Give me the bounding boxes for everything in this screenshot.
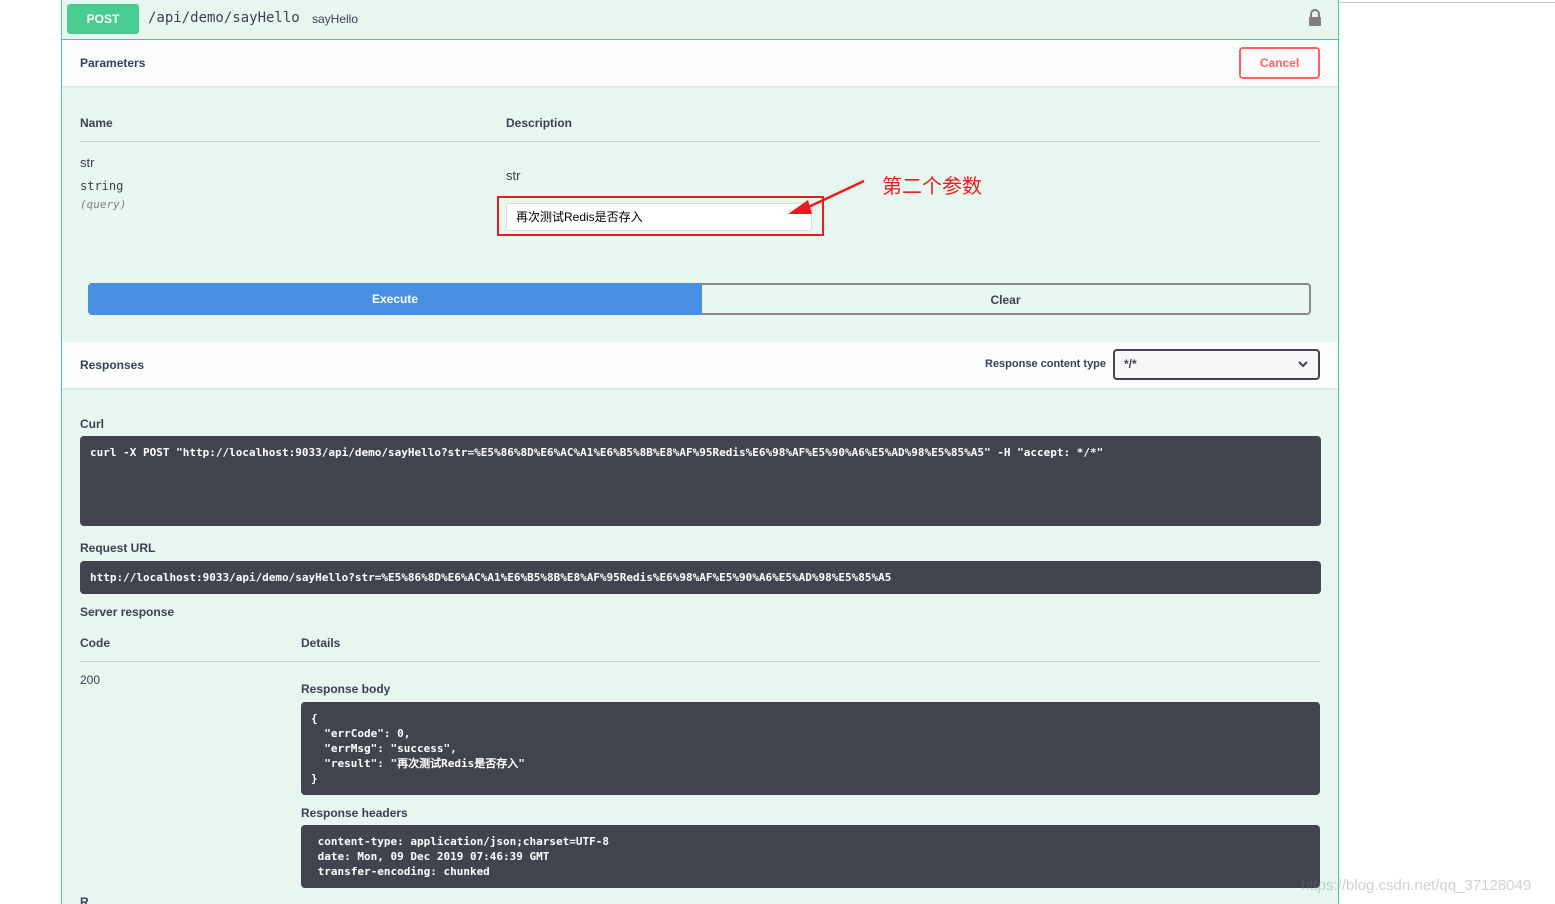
parameters-header: Parameters Cancel	[62, 40, 1338, 86]
annotation-text: 第二个参数	[882, 176, 982, 198]
param-location: (query)	[80, 198, 127, 211]
param-value-input[interactable]: 再次测试Redis是否存入	[506, 203, 812, 231]
param-type: string	[80, 179, 124, 193]
request-url-label: Request URL	[80, 541, 156, 555]
operation-summary-text: sayHello	[312, 12, 359, 26]
operation-summary[interactable]: POST /api/demo/sayHello sayHello	[62, 0, 1338, 40]
operation-path: /api/demo/sayHello	[148, 10, 300, 26]
parameters-title: Parameters	[80, 56, 146, 70]
param-description: str	[506, 168, 521, 183]
curl-label: Curl	[80, 417, 104, 431]
clear-button[interactable]: Clear	[702, 283, 1311, 315]
response-headers[interactable]: content-type: application/json;charset=U…	[301, 825, 1320, 888]
response-content-type-select[interactable]: */*	[1113, 349, 1320, 380]
responses-table-title: R	[80, 895, 89, 904]
curl-command[interactable]: curl -X POST "http://localhost:9033/api/…	[80, 436, 1321, 526]
col-description-header: Description	[506, 116, 573, 130]
response-headers-label: Response headers	[301, 806, 408, 820]
method-badge: POST	[67, 4, 139, 34]
operation-block: POST /api/demo/sayHello sayHello Paramet…	[61, 0, 1339, 904]
response-table-divider	[80, 661, 1320, 662]
execute-button[interactable]: Execute	[88, 283, 702, 315]
response-status-code: 200	[80, 673, 101, 687]
col-name-header: Name	[80, 116, 113, 130]
responses-title: Responses	[80, 358, 145, 372]
response-body-label: Response body	[301, 682, 391, 696]
lock-icon[interactable]	[1308, 9, 1322, 27]
params-table-divider	[80, 141, 1320, 142]
annotation-arrow-icon	[788, 179, 865, 214]
col-code-header: Code	[80, 636, 110, 650]
watermark: https://blog.csdn.net/qq_37128049	[1301, 877, 1532, 894]
page-divider	[1339, 2, 1555, 3]
cancel-button[interactable]: Cancel	[1239, 47, 1320, 79]
request-url[interactable]: http://localhost:9033/api/demo/sayHello?…	[80, 561, 1321, 594]
response-content-type-label: Response content type	[985, 358, 1107, 370]
param-name: str	[80, 155, 95, 170]
server-response-label: Server response	[80, 605, 175, 619]
responses-header: Responses Response content type */*	[62, 342, 1338, 388]
response-content-type-value: */*	[1124, 357, 1137, 371]
response-body[interactable]: { "errCode": 0, "errMsg": "success", "re…	[301, 702, 1320, 795]
col-details-header: Details	[301, 636, 341, 650]
chevron-down-icon	[1298, 361, 1308, 368]
